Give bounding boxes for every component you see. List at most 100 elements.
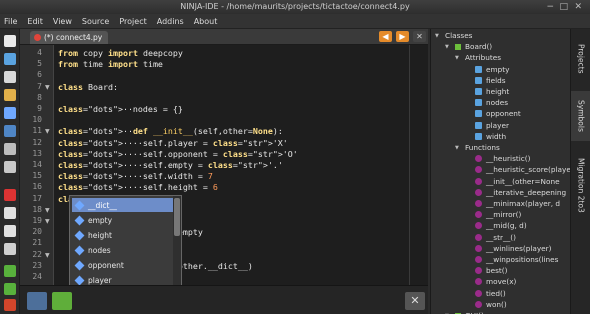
menu-source[interactable]: Source [82,17,109,26]
tab-projects[interactable]: Projects [571,29,590,89]
tree-attribute[interactable]: empty [475,65,509,74]
code-line[interactable]: class="dots">····self.height = 6 [58,182,218,192]
tree-function[interactable]: __winlines(player) [475,244,552,253]
run-output-icon[interactable] [52,292,72,310]
menu-addins[interactable]: Addins [157,17,184,26]
tree-attribute[interactable]: width [475,132,506,141]
menu-edit[interactable]: Edit [27,17,43,26]
undo-icon[interactable] [4,143,16,155]
tree-function[interactable]: __mid(g, d) [475,221,527,230]
tree-label: __iterative_deepening [486,187,567,197]
code-line[interactable]: class Board: [58,82,118,92]
expand-arrow-icon[interactable]: ▼ [455,145,461,151]
function-icon [475,200,482,207]
tree-attribute[interactable]: opponent [475,109,521,118]
expand-arrow-icon[interactable]: ▼ [435,33,441,39]
console-icon[interactable] [27,292,47,310]
autocomplete-item[interactable]: height [72,228,173,242]
tab-connect4[interactable]: (*) connect4.py [30,31,109,44]
tree-functions[interactable]: ▼ Functions [455,143,500,152]
tree-classes[interactable]: ▼ Classes [435,31,473,40]
tree-function[interactable]: __winpositions(lines [475,255,558,264]
function-icon [475,289,482,297]
code-line[interactable]: class="dots">····self.width = 7 [58,171,213,181]
autocomplete-item[interactable]: __dict__ [72,198,173,212]
scrollbar-thumb[interactable] [174,198,180,236]
code-line[interactable]: class="dots">····self.player = class="st… [58,138,288,148]
tree-function[interactable]: move(x) [475,277,516,286]
menu-about[interactable]: About [194,17,218,26]
open-file-icon[interactable] [4,71,16,83]
tree-attribute[interactable]: player [475,121,509,130]
attribute-icon [475,99,482,107]
tree-function[interactable]: won() [475,300,507,309]
menu-file[interactable]: File [4,17,17,26]
tree-class-board[interactable]: ▼ Board() [445,42,492,51]
tree-attribute[interactable]: nodes [475,98,508,107]
code-line[interactable]: from copy import deepcopy [58,48,183,58]
run-project-icon[interactable] [4,265,16,277]
close-tab-icon[interactable]: ✕ [413,31,426,42]
close-panel-icon[interactable]: ✕ [405,292,425,310]
code-line[interactable]: class="dots">····self.opponent = class="… [58,149,298,159]
tree-function[interactable]: __iterative_deepening [475,188,566,197]
tree-function[interactable]: __heuristic_score(player, [475,165,570,174]
autocomplete-item-label: height [88,230,112,240]
next-tab-icon[interactable]: ▶ [396,31,409,42]
stop-icon[interactable] [4,299,16,311]
code-line[interactable]: from time import time [58,59,163,69]
new-project-icon[interactable] [4,53,16,65]
code-line[interactable]: class="dots">····self.empty = class="str… [58,160,283,170]
run-file-icon[interactable] [4,283,16,295]
tree-attribute[interactable]: fields [475,76,506,85]
code-line[interactable]: class="dots">··def __init__(self,other=N… [58,126,283,136]
tree-label: __winpositions(lines [486,255,559,264]
new-file-icon[interactable] [4,35,16,47]
function-icon [475,278,482,286]
tree-label: best() [486,266,508,276]
tree-function[interactable]: __mirror() [475,210,521,219]
window-title: NINJA-IDE - /home/maurits/projects/ticta… [180,2,410,11]
expand-arrow-icon[interactable]: ▼ [445,44,451,50]
function-icon [475,188,482,196]
menu-view[interactable]: View [53,17,72,26]
fold-arrow-icon[interactable]: ▼ [45,218,50,225]
modified-dot-icon [34,34,41,41]
tree-attribute[interactable]: height [475,87,509,96]
maximize-window-icon[interactable]: □ [559,2,568,12]
tree-function[interactable]: __minimax(player, d [475,199,560,208]
tree-attributes[interactable]: ▼ Attributes [455,53,501,62]
fold-arrow-icon[interactable]: ▼ [45,128,50,135]
open-project-icon[interactable] [4,89,16,101]
indent-icon[interactable] [4,243,16,255]
menu-project[interactable]: Project [119,17,146,26]
autocomplete-item[interactable]: nodes [72,243,173,257]
line-number: 13 [32,148,42,158]
autocomplete-item[interactable]: empty [72,213,173,227]
expand-arrow-icon[interactable]: ▼ [455,55,461,61]
minimize-window-icon[interactable]: − [546,2,554,12]
autocomplete-item[interactable]: opponent [72,258,173,272]
previous-tab-icon[interactable]: ◀ [379,31,392,42]
fold-arrow-icon[interactable]: ▼ [45,252,50,259]
code-line[interactable]: class="dots">··nodes = {} [58,104,183,114]
tree-function[interactable]: __init__(other=None [475,177,560,186]
tree-function[interactable]: __str__() [475,233,516,242]
tree-function[interactable]: tied() [475,289,506,298]
tree-label: opponent [486,109,521,119]
paste-icon[interactable] [4,225,16,237]
save-all-icon[interactable] [4,125,16,137]
cut-icon[interactable] [4,189,16,201]
fold-arrow-icon[interactable]: ▼ [45,207,50,214]
tree-label: Board() [465,42,493,52]
function-icon [475,222,482,230]
close-window-icon[interactable]: ✕ [574,2,582,12]
fold-arrow-icon[interactable]: ▼ [45,84,50,91]
tree-function[interactable]: __heuristic() [475,154,530,163]
tab-symbols[interactable]: Symbols [571,91,590,141]
tree-function[interactable]: best() [475,266,507,275]
save-icon[interactable] [4,107,16,119]
redo-icon[interactable] [4,161,16,173]
tab-migration[interactable]: Migration 2to3 [571,143,590,227]
copy-icon[interactable] [4,207,16,219]
